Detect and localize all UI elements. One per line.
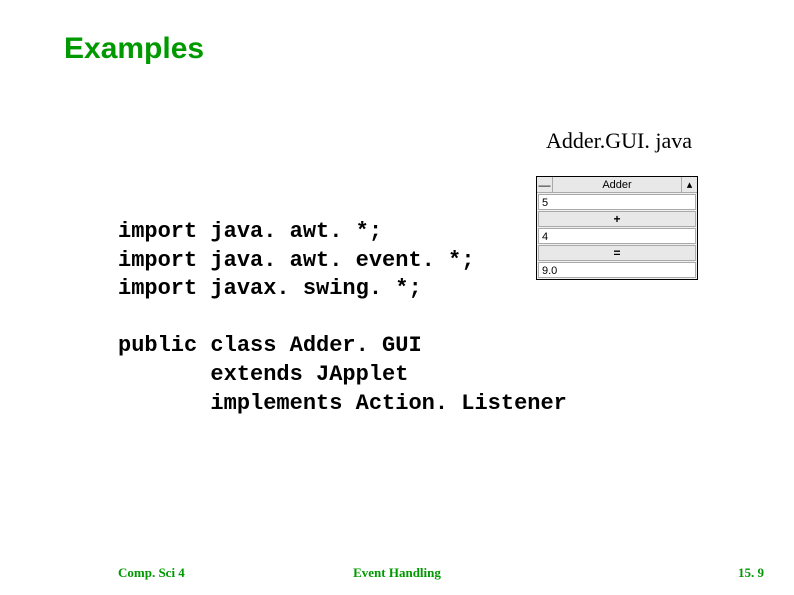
applet-titlebar: — Adder ▴ xyxy=(537,177,697,193)
applet-title: Adder xyxy=(553,177,681,192)
code-block: import java. awt. *; import java. awt. e… xyxy=(118,218,567,418)
footer-topic: Event Handling xyxy=(353,565,441,581)
system-menu-icon[interactable]: — xyxy=(537,177,553,192)
footer-course: Comp. Sci 4 xyxy=(118,565,185,581)
footer-page: 15. 9 xyxy=(738,565,764,581)
maximize-icon[interactable]: ▴ xyxy=(681,177,697,192)
source-filename: Adder.GUI. java xyxy=(546,128,692,154)
slide: Examples Adder.GUI. java — Adder ▴ 5 + 4… xyxy=(0,0,794,595)
operand1-input[interactable]: 5 xyxy=(538,194,696,210)
slide-title: Examples xyxy=(64,32,794,66)
